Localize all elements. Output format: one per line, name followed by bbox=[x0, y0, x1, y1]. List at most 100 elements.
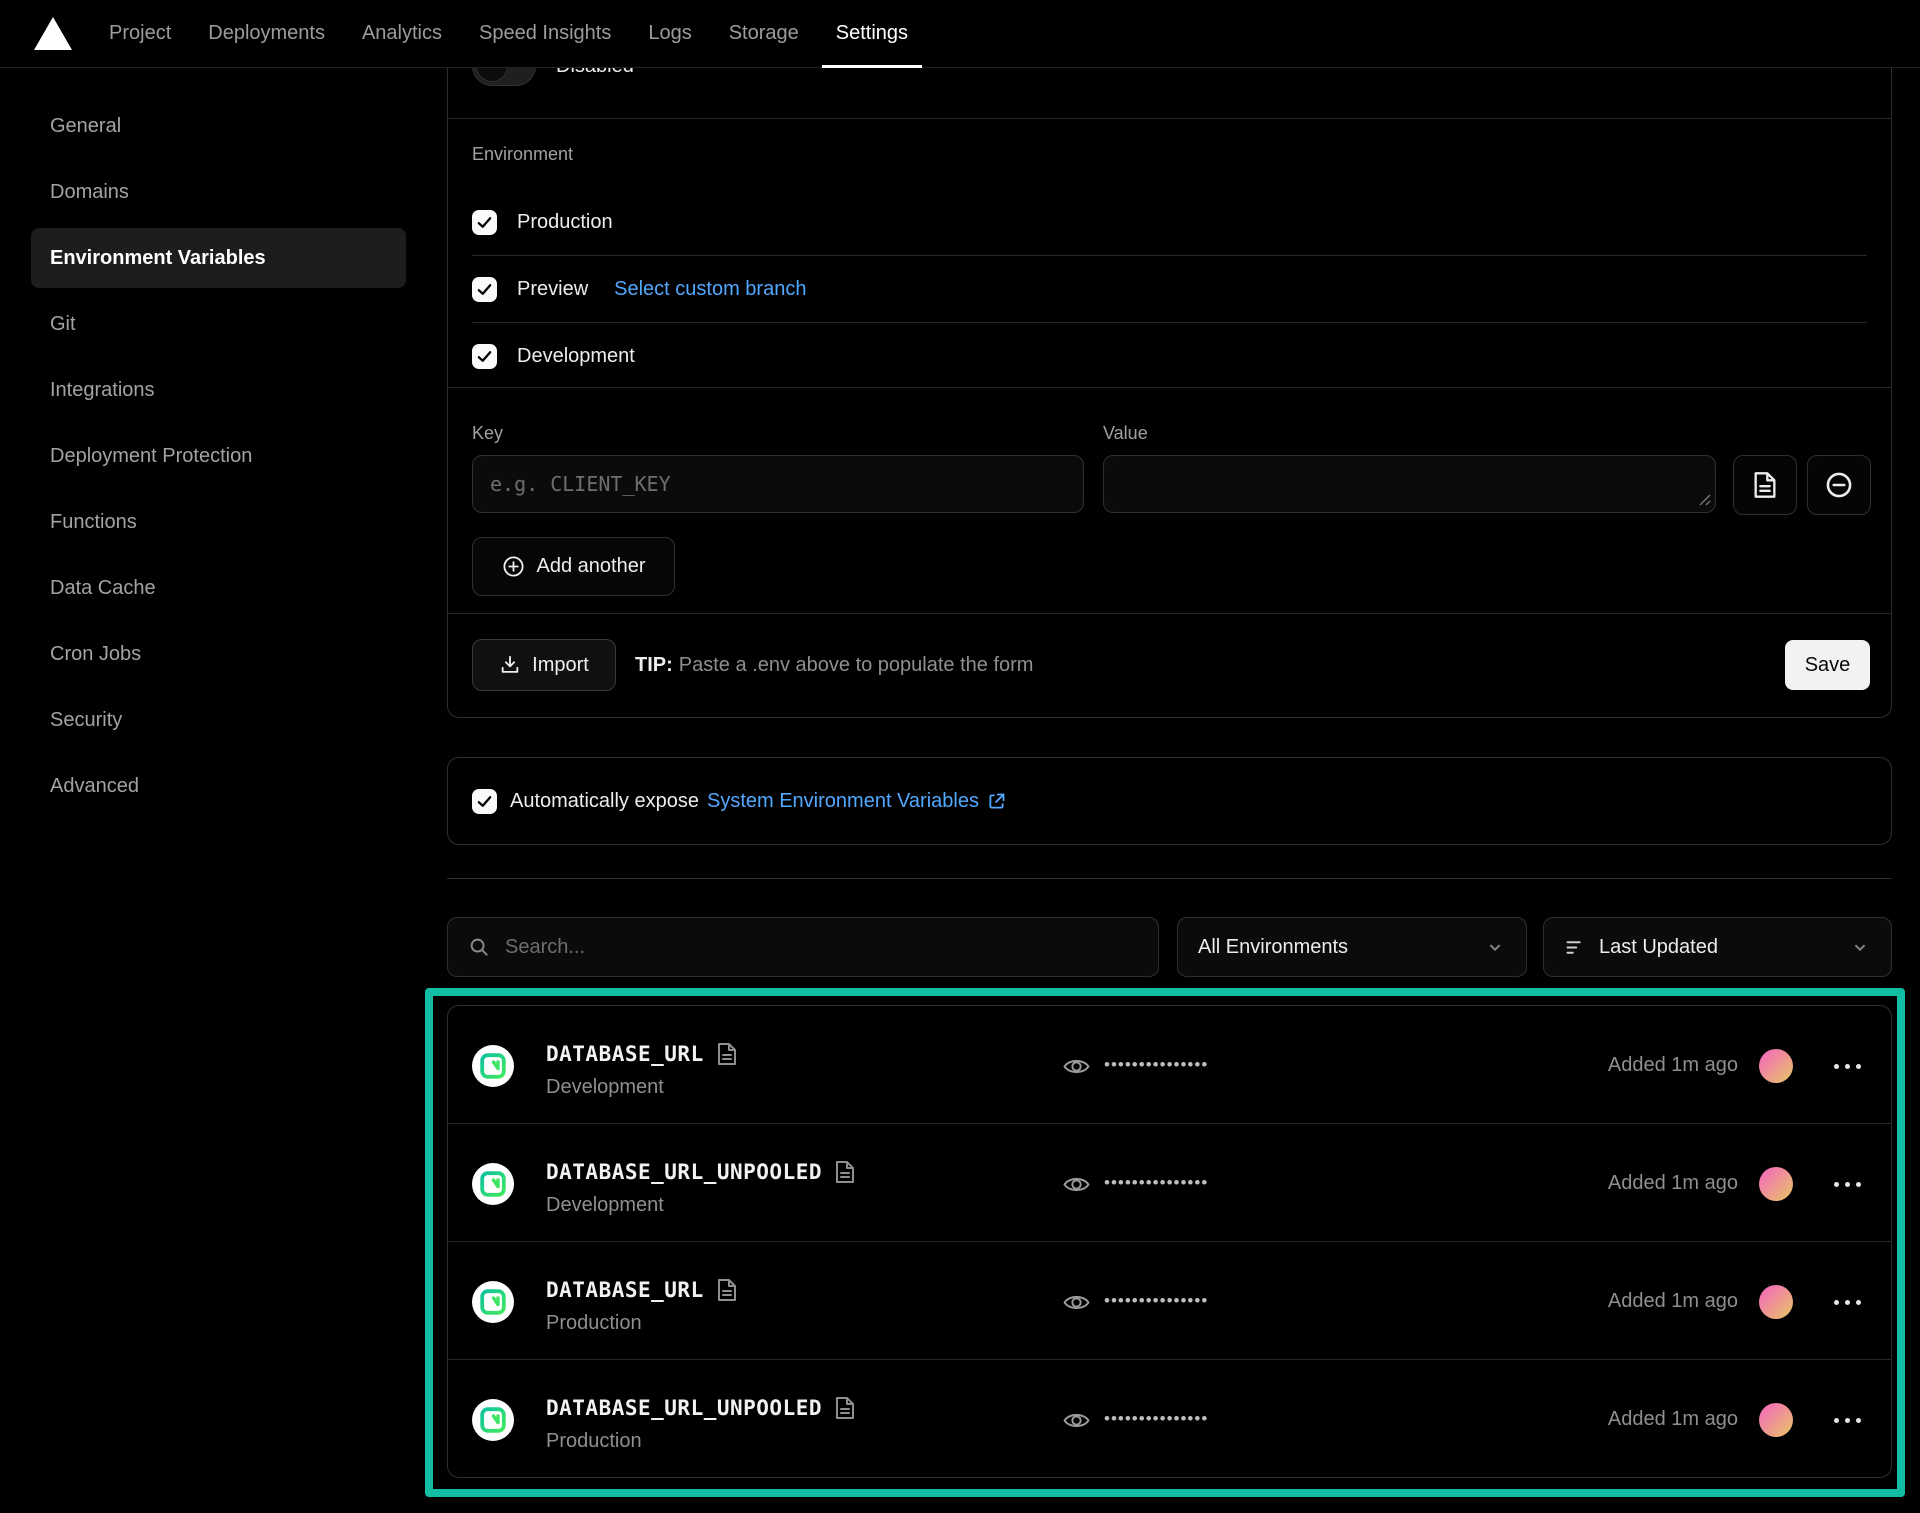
import-label: Import bbox=[532, 654, 589, 677]
search-icon bbox=[468, 936, 491, 959]
sort-dropdown[interactable]: Last Updated bbox=[1543, 917, 1892, 977]
sidebar-item-label: Environment Variables bbox=[50, 247, 266, 270]
environment-checkbox-label: Preview bbox=[517, 278, 588, 301]
checkbox[interactable] bbox=[472, 277, 497, 302]
sidebar-item-git[interactable]: Git bbox=[31, 294, 406, 354]
eye-icon[interactable] bbox=[1063, 1407, 1090, 1434]
eye-icon[interactable] bbox=[1063, 1053, 1090, 1080]
save-button[interactable]: Save bbox=[1785, 640, 1870, 690]
vercel-logo-icon[interactable] bbox=[34, 17, 72, 50]
user-avatar bbox=[1759, 1167, 1793, 1201]
neon-integration-icon bbox=[472, 1045, 514, 1087]
eye-icon[interactable] bbox=[1063, 1289, 1090, 1316]
checkbox[interactable] bbox=[472, 210, 497, 235]
row-actions-menu-button[interactable] bbox=[1834, 1171, 1861, 1197]
nav-tab-storage[interactable]: Storage bbox=[729, 0, 799, 67]
plus-circle-icon bbox=[502, 555, 525, 578]
sidebar-item-integrations[interactable]: Integrations bbox=[31, 360, 406, 420]
value-input[interactable] bbox=[1103, 455, 1716, 513]
download-icon bbox=[499, 654, 521, 676]
form-footer: Import TIP:Paste a .env above to populat… bbox=[448, 613, 1891, 717]
checkbox-check-icon bbox=[476, 348, 493, 365]
nav-tab-label: Logs bbox=[648, 22, 691, 45]
environment-filter-dropdown[interactable]: All Environments bbox=[1177, 917, 1527, 977]
env-variables-table: DATABASE_URL Development •••••••••••••••… bbox=[447, 1005, 1892, 1478]
chevron-down-icon bbox=[1484, 936, 1506, 958]
nav-tab-label: Storage bbox=[729, 22, 799, 45]
eye-icon[interactable] bbox=[1063, 1171, 1090, 1198]
environment-checkbox-row[interactable]: Preview Select custom branch bbox=[472, 255, 1867, 322]
checkbox[interactable] bbox=[472, 344, 497, 369]
env-variable-environment: Production bbox=[546, 1430, 642, 1453]
added-timestamp: Added 1m ago bbox=[1608, 1172, 1738, 1195]
nav-tab-logs[interactable]: Logs bbox=[648, 0, 691, 67]
sidebar-item-label: Cron Jobs bbox=[50, 643, 141, 666]
top-navigation: Project Deployments Analytics Speed Insi… bbox=[0, 0, 1920, 68]
nav-tab-label: Speed Insights bbox=[479, 22, 611, 45]
added-timestamp: Added 1m ago bbox=[1608, 1290, 1738, 1313]
remove-row-button[interactable] bbox=[1807, 455, 1871, 515]
nav-tab-analytics[interactable]: Analytics bbox=[362, 0, 442, 67]
neon-integration-icon bbox=[472, 1281, 514, 1323]
env-variable-row: DATABASE_URL_UNPOOLED Production •••••••… bbox=[448, 1359, 1891, 1477]
sidebar-item-label: Security bbox=[50, 709, 122, 732]
sidebar-item-environment-variables[interactable]: Environment Variables bbox=[31, 228, 406, 288]
search-input[interactable] bbox=[447, 917, 1159, 977]
search-box bbox=[447, 917, 1159, 977]
masked-value: ••••••••••••••• bbox=[1104, 1173, 1208, 1193]
settings-sidebar: General Domains Environment Variables Gi… bbox=[31, 96, 406, 822]
sidebar-item-domains[interactable]: Domains bbox=[31, 162, 406, 222]
row-actions-menu-button[interactable] bbox=[1834, 1053, 1861, 1079]
neon-integration-icon bbox=[472, 1163, 514, 1205]
environment-checkbox-label: Development bbox=[517, 345, 635, 368]
nav-tab-project[interactable]: Project bbox=[109, 0, 171, 67]
nav-tab-label: Deployments bbox=[208, 22, 325, 45]
sidebar-item-security[interactable]: Security bbox=[31, 690, 406, 750]
sidebar-item-general[interactable]: General bbox=[31, 96, 406, 156]
sidebar-item-label: Git bbox=[50, 313, 76, 336]
checkbox-check-icon bbox=[476, 214, 493, 231]
document-icon[interactable] bbox=[835, 1160, 855, 1184]
sidebar-item-functions[interactable]: Functions bbox=[31, 492, 406, 552]
sidebar-item-advanced[interactable]: Advanced bbox=[31, 756, 406, 816]
env-variable-row: DATABASE_URL_UNPOOLED Development ••••••… bbox=[448, 1123, 1891, 1241]
environment-checkbox-row[interactable]: Production bbox=[472, 189, 1867, 255]
chevron-down-icon bbox=[1849, 936, 1871, 958]
document-icon[interactable] bbox=[835, 1396, 855, 1420]
expose-label: Automatically expose bbox=[510, 790, 699, 813]
document-icon[interactable] bbox=[717, 1278, 737, 1302]
add-another-button[interactable]: Add another bbox=[472, 537, 675, 596]
sidebar-item-cron-jobs[interactable]: Cron Jobs bbox=[31, 624, 406, 684]
checkbox-check-icon bbox=[476, 281, 493, 298]
paste-env-file-button[interactable] bbox=[1733, 455, 1797, 515]
environment-checkbox-row[interactable]: Development bbox=[472, 322, 1867, 389]
import-button[interactable]: Import bbox=[472, 639, 616, 691]
masked-value: ••••••••••••••• bbox=[1104, 1291, 1208, 1311]
key-label: Key bbox=[472, 423, 503, 444]
env-variable-environment: Development bbox=[546, 1076, 664, 1099]
select-custom-branch-link[interactable]: Select custom branch bbox=[614, 278, 806, 301]
row-actions-menu-button[interactable] bbox=[1834, 1289, 1861, 1315]
sidebar-item-data-cache[interactable]: Data Cache bbox=[31, 558, 406, 618]
env-variable-row: DATABASE_URL Production ••••••••••••••• … bbox=[448, 1241, 1891, 1359]
divider bbox=[448, 387, 1891, 388]
sidebar-item-deployment-protection[interactable]: Deployment Protection bbox=[31, 426, 406, 486]
row-actions-menu-button[interactable] bbox=[1834, 1407, 1861, 1433]
nav-tab-deployments[interactable]: Deployments bbox=[208, 0, 325, 67]
nav-tab-label: Analytics bbox=[362, 22, 442, 45]
sidebar-item-label: Data Cache bbox=[50, 577, 156, 600]
env-variable-name: DATABASE_URL_UNPOOLED bbox=[546, 1160, 822, 1184]
document-icon[interactable] bbox=[717, 1042, 737, 1066]
system-env-variables-link[interactable]: System Environment Variables bbox=[707, 790, 1007, 813]
divider bbox=[447, 878, 1892, 879]
nav-tab-settings[interactable]: Settings bbox=[836, 0, 908, 67]
expose-checkbox[interactable] bbox=[472, 789, 497, 814]
sort-value: Last Updated bbox=[1599, 936, 1718, 959]
divider bbox=[448, 118, 1891, 119]
document-icon bbox=[1753, 471, 1777, 499]
user-avatar bbox=[1759, 1049, 1793, 1083]
key-input[interactable] bbox=[472, 455, 1084, 513]
nav-tab-speed-insights[interactable]: Speed Insights bbox=[479, 0, 611, 67]
add-another-label: Add another bbox=[537, 555, 646, 578]
env-variable-name: DATABASE_URL bbox=[546, 1278, 704, 1302]
